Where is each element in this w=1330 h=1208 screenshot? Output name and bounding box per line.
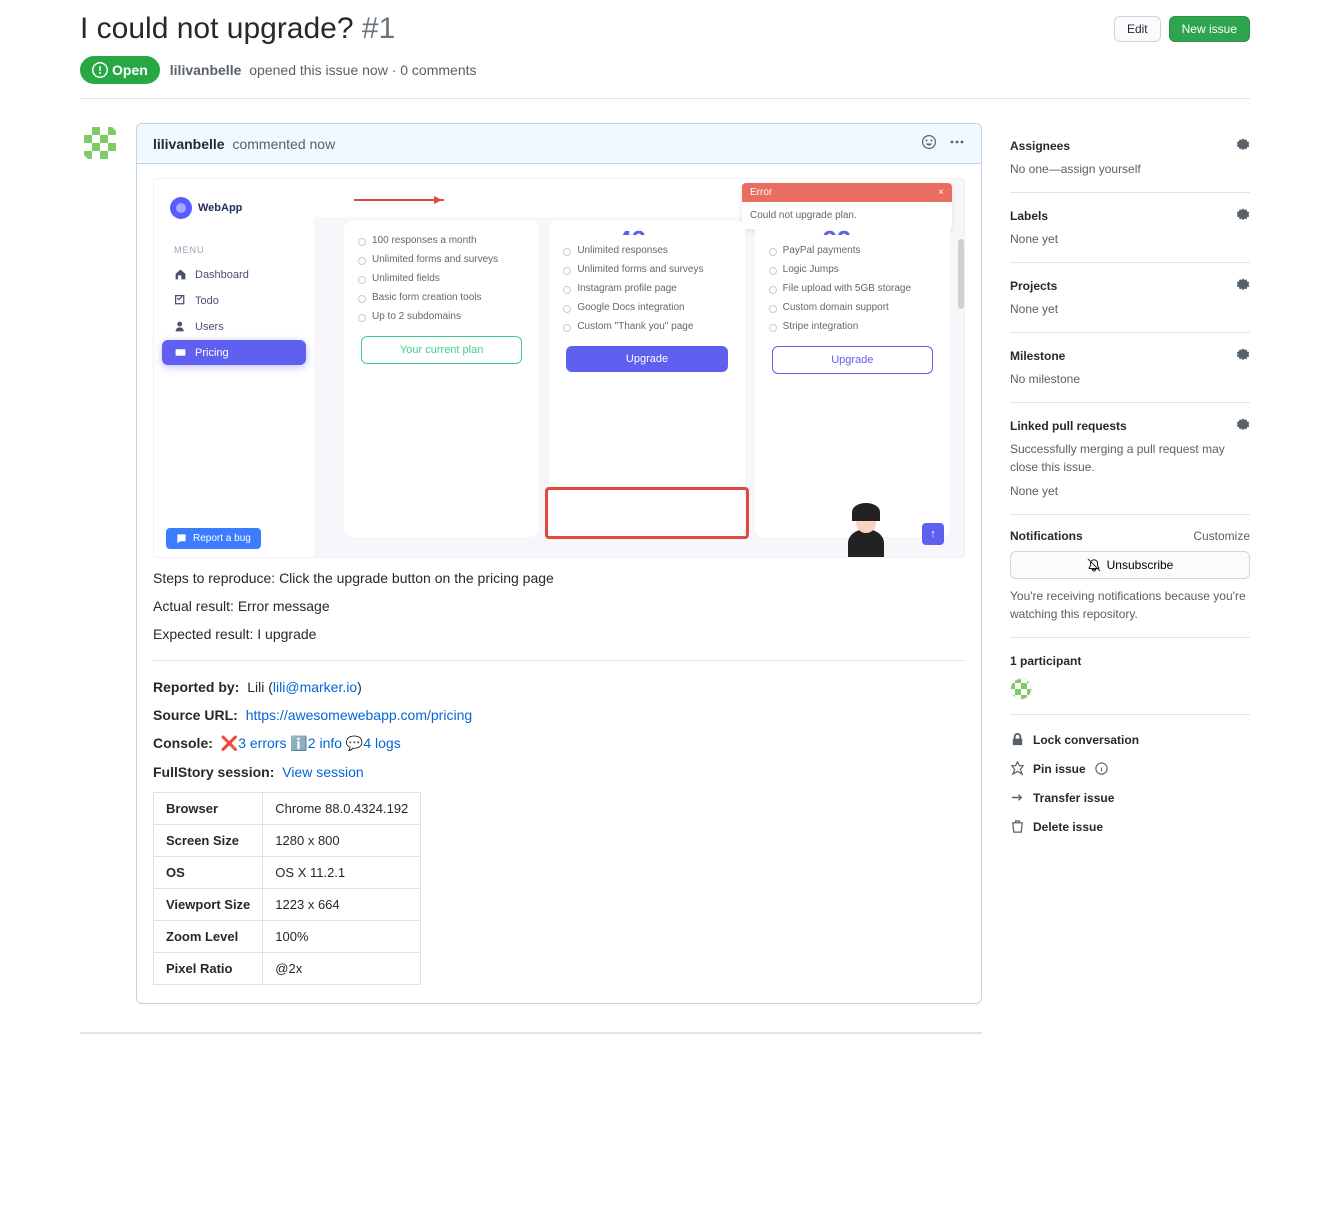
fullstory-link[interactable]: View session [282,764,363,780]
info-icon [1094,761,1109,776]
comment: lilivanbelle commented now [136,123,982,1004]
table-row: BrowserChrome 88.0.4324.192 [154,793,421,825]
table-row: Zoom Level100% [154,921,421,953]
assignees-block[interactable]: Assignees No one—assign yourself [1010,123,1250,193]
shot-nav-pricing: Pricing [162,340,306,365]
gear-icon[interactable] [1236,277,1250,294]
issue-number: #1 [362,12,395,45]
milestone-block[interactable]: Milestone No milestone [1010,333,1250,403]
expected-result: Expected result: I upgrade [153,626,965,642]
gear-icon[interactable] [1236,137,1250,154]
issue-header: I could not upgrade? #1 Edit New issue [80,12,1250,46]
source-url-link[interactable]: https://awesomewebapp.com/pricing [246,707,472,723]
new-issue-button[interactable]: New issue [1169,16,1250,42]
fullstory: FullStory session: View session [153,764,965,780]
edit-button[interactable]: Edit [1114,16,1161,42]
kebab-icon[interactable] [949,134,965,153]
lock-conversation-action[interactable]: Lock conversation [1010,725,1250,754]
issue-open-icon [92,62,108,78]
transfer-issue-action[interactable]: Transfer issue [1010,783,1250,812]
gear-icon[interactable] [1236,207,1250,224]
reporter-email-link[interactable]: lili@marker.io [273,679,357,695]
customize-link[interactable]: Customize [1193,529,1250,543]
source-url: Source URL: https://awesomewebapp.com/pr… [153,707,965,723]
linked-pr-block[interactable]: Linked pull requests Successfully mergin… [1010,403,1250,515]
pin-issue-action[interactable]: Pin issue [1010,754,1250,783]
shot-plan-card: 100 responses a monthUnlimited forms and… [344,221,539,537]
repro-step: Steps to reproduce: Click the upgrade bu… [153,570,965,586]
issue-meta: Open lilivanbelle opened this issue now … [80,56,1250,99]
attached-screenshot[interactable]: WebApp MENU DashboardTodoUsersPricing Er… [153,178,965,558]
shot-scrollbar [958,239,964,309]
add-reaction-icon[interactable] [921,134,937,153]
environment-table: BrowserChrome 88.0.4324.192Screen Size12… [153,792,421,985]
shot-nav-dashboard: Dashboard [162,262,306,287]
shot-app-logo: WebApp [162,187,306,229]
shot-chat-avatar [848,529,884,557]
shot-scroll-top-button: ↑ [922,523,944,545]
delete-issue-action[interactable]: Delete issue [1010,812,1250,841]
comment-body: WebApp MENU DashboardTodoUsersPricing Er… [137,164,981,1003]
gear-icon[interactable] [1236,417,1250,434]
participants-block: 1 participant [1010,638,1250,715]
issue-byline: lilivanbelle opened this issue now · 0 c… [170,62,477,78]
table-row: Pixel Ratio@2x [154,953,421,985]
shot-plan-card: 99/monthPayPal paymentsLogic JumpsFile u… [755,221,950,537]
participant-avatar[interactable] [1010,678,1032,700]
state-badge: Open [80,56,160,84]
gear-icon[interactable] [1236,347,1250,364]
projects-block[interactable]: Projects None yet [1010,263,1250,333]
notifications-block: Notifications Customize Unsubscribe You'… [1010,515,1250,638]
console-info-link[interactable]: 2 info [308,735,342,751]
shot-nav-users: Users [162,314,306,339]
close-icon: × [938,187,944,198]
labels-block[interactable]: Labels None yet [1010,193,1250,263]
console-summary: Console: ❌3 errors ℹ️2 info 💬4 logs [153,735,965,752]
table-row: Viewport Size1223 x 664 [154,889,421,921]
shot-report-bug-button: Report a bug [166,528,261,549]
comment-author: lilivanbelle commented now [153,136,335,152]
console-logs-link[interactable]: 4 logs [363,735,400,751]
unsubscribe-button[interactable]: Unsubscribe [1010,551,1250,579]
table-row: Screen Size1280 x 800 [154,825,421,857]
avatar[interactable] [80,123,120,163]
shot-annotation-arrow [354,199,444,201]
console-errors-link[interactable]: 3 errors [238,735,286,751]
actual-result: Actual result: Error message [153,598,965,614]
issue-title: I could not upgrade? #1 [80,12,395,46]
shot-nav-todo: Todo [162,288,306,313]
shot-plan-card: 49/monthUnlimited responsesUnlimited for… [549,221,744,537]
reported-by: Reported by: Lili (lili@marker.io) [153,679,965,695]
bell-slash-icon [1087,558,1101,572]
table-row: OSOS X 11.2.1 [154,857,421,889]
